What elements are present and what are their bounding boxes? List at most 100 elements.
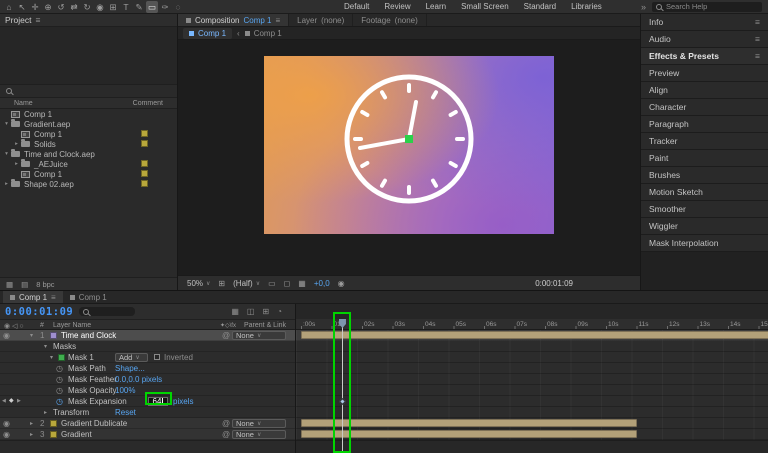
eye-icon[interactable]: ◉ (3, 418, 10, 429)
property-row-mask-feather[interactable]: ◷ Mask Feather 0.0,0.0 pixels (0, 374, 295, 385)
project-item-label[interactable]: Gradient.aep (24, 120, 70, 129)
property-value[interactable]: 100% (115, 385, 135, 396)
tool-icon[interactable]: ⊕ (42, 1, 54, 13)
group-name[interactable]: Masks (53, 341, 76, 352)
layer-row-gradient[interactable]: ◉ ▸ 3 Gradient @ None∨ (0, 429, 295, 440)
stopwatch-icon-active[interactable]: ◷ (56, 396, 63, 407)
layer-row-gradient-dublicate[interactable]: ◉ ▸ 2 Gradient Dublicate @ None∨ (0, 418, 295, 429)
project-item[interactable]: Comp 1 (0, 109, 177, 119)
property-name[interactable]: Mask Opacity (68, 385, 116, 396)
panel-header[interactable]: Paint (641, 150, 768, 167)
parent-dropdown[interactable]: None∨ (232, 430, 286, 439)
panel-header[interactable]: Align (641, 82, 768, 99)
panel-header[interactable]: Preview (641, 65, 768, 82)
label-color-swatch[interactable] (141, 130, 148, 137)
mask-visibility-icon[interactable]: ▦ (298, 279, 306, 288)
layer-color-swatch[interactable] (50, 332, 57, 339)
tool-icon[interactable]: ⊞ (107, 1, 119, 13)
property-value[interactable]: Shape... (115, 363, 145, 374)
inverted-checkbox[interactable] (154, 354, 160, 360)
project-item[interactable]: ▾ Time and Clock.aep (0, 149, 177, 159)
column-name[interactable]: Name (14, 100, 33, 107)
keyframe-diamond-icon[interactable]: ◆ (9, 396, 14, 407)
column-comment[interactable]: Comment (133, 100, 163, 107)
property-name[interactable]: Mask Feather (68, 374, 117, 385)
panel-header[interactable]: Audio ≡ (641, 31, 768, 48)
stopwatch-icon[interactable]: ◷ (56, 374, 63, 385)
layer-name[interactable]: Gradient Dublicate (61, 418, 127, 429)
tool-icon[interactable]: ↻ (81, 1, 93, 13)
twirl-icon[interactable]: ▸ (12, 161, 21, 167)
label-color-swatch[interactable] (141, 180, 148, 187)
project-item-label[interactable]: Shape 02.aep (24, 180, 74, 189)
project-render-icon[interactable]: ▤ (21, 280, 28, 289)
project-search-input[interactable] (0, 85, 177, 98)
resolution-dropdown[interactable]: (Half)∨ (233, 279, 260, 288)
tab-footage[interactable]: Footage (none) (353, 14, 426, 26)
composition-flowchart-icon[interactable]: ▦ (231, 307, 239, 316)
magnification-dropdown[interactable]: 50%∨ (187, 279, 210, 288)
stopwatch-icon[interactable]: ◷ (56, 363, 63, 374)
property-name[interactable]: Mask Expansion (68, 396, 127, 407)
project-item-label[interactable]: _AEJuice (34, 160, 68, 169)
camera-icon[interactable]: ◉ (338, 279, 345, 288)
eye-icon[interactable]: ◉ (3, 330, 10, 341)
project-item[interactable]: ▸ _AEJuice (0, 159, 177, 169)
pickwhip-icon[interactable]: @ (222, 330, 230, 341)
layer-name[interactable]: Time and Clock (61, 330, 116, 341)
tool-icon[interactable]: ↺ (55, 1, 67, 13)
stopwatch-icon[interactable]: ◷ (56, 385, 63, 396)
layer-name[interactable]: Gradient (61, 429, 92, 440)
project-item[interactable]: ▸ Shape 02.aep (0, 179, 177, 189)
tool-icon[interactable]: ▭ (146, 1, 158, 13)
column-layer-name[interactable]: Layer Name (53, 322, 91, 329)
workspace-tab[interactable]: Default (344, 2, 369, 11)
tool-icon[interactable]: ✑ (159, 1, 171, 13)
comp-nav-chip[interactable]: Comp 1 (183, 28, 232, 39)
tool-icon[interactable]: ⌂ (3, 1, 15, 13)
panel-header[interactable]: Wiggler (641, 218, 768, 235)
mask-row-mask1[interactable]: ▾ Mask 1 Add∨ Inverted (0, 352, 295, 363)
mask-mode-dropdown[interactable]: Add∨ (115, 353, 148, 362)
panel-header[interactable]: Smoother (641, 201, 768, 218)
tool-icon[interactable]: ✛ (29, 1, 41, 13)
current-time-display[interactable]: 0:00:01:09 (5, 306, 73, 318)
tool-icon[interactable]: ◌ (172, 1, 184, 13)
twirl-icon[interactable]: ▾ (2, 121, 11, 127)
viewer-canvas[interactable] (178, 40, 640, 275)
viewer-timecode[interactable]: 0:00:01:09 (535, 279, 573, 288)
column-parent-link[interactable]: Parent & Link (244, 322, 286, 329)
project-item[interactable]: ▾ Gradient.aep (0, 119, 177, 129)
column-number[interactable]: # (40, 322, 44, 329)
twirl-icon[interactable]: ▸ (2, 181, 11, 187)
layer-color-swatch[interactable] (50, 431, 57, 438)
layer-duration-bar[interactable] (301, 331, 768, 339)
label-color-swatch[interactable] (141, 140, 148, 147)
parent-dropdown[interactable]: None∨ (232, 331, 286, 340)
comp-nav-crumb[interactable]: Comp 1 (254, 29, 282, 38)
exposure-value[interactable]: +0,0 (314, 279, 330, 288)
panel-menu-icon[interactable]: ≡ (35, 15, 40, 25)
project-item-label[interactable]: Comp 1 (34, 170, 62, 179)
transparency-grid-icon[interactable]: ◻ (284, 279, 291, 288)
panel-menu-icon[interactable]: ≡ (755, 51, 760, 61)
tool-icon[interactable]: ✎ (133, 1, 145, 13)
property-row-mask-path[interactable]: ◷ Mask Path Shape... (0, 363, 295, 374)
panel-header[interactable]: Info ≡ (641, 14, 768, 31)
property-name[interactable]: Mask Path (68, 363, 106, 374)
panel-menu-icon[interactable]: ≡ (755, 17, 760, 27)
group-row-transform[interactable]: ▸ Transform Reset (0, 407, 295, 418)
project-item-label[interactable]: Time and Clock.aep (24, 150, 95, 159)
workspace-tab[interactable]: Learn (426, 2, 446, 11)
panel-menu-icon[interactable]: ≡ (755, 34, 760, 44)
project-item-label[interactable]: Comp 1 (34, 130, 62, 139)
property-value[interactable]: 0.0,0.0 pixels (115, 374, 162, 385)
workspace-tab[interactable]: Standard (524, 2, 556, 11)
tool-icon[interactable]: ⇄ (68, 1, 80, 13)
twirl-icon[interactable]: ▾ (2, 151, 11, 157)
keyframe-next-icon[interactable]: ▶ (17, 396, 21, 407)
project-item[interactable]: Comp 1 (0, 129, 177, 139)
pickwhip-icon[interactable]: @ (222, 418, 230, 429)
tool-icon[interactable]: T (120, 1, 132, 13)
panel-header[interactable]: Brushes (641, 167, 768, 184)
